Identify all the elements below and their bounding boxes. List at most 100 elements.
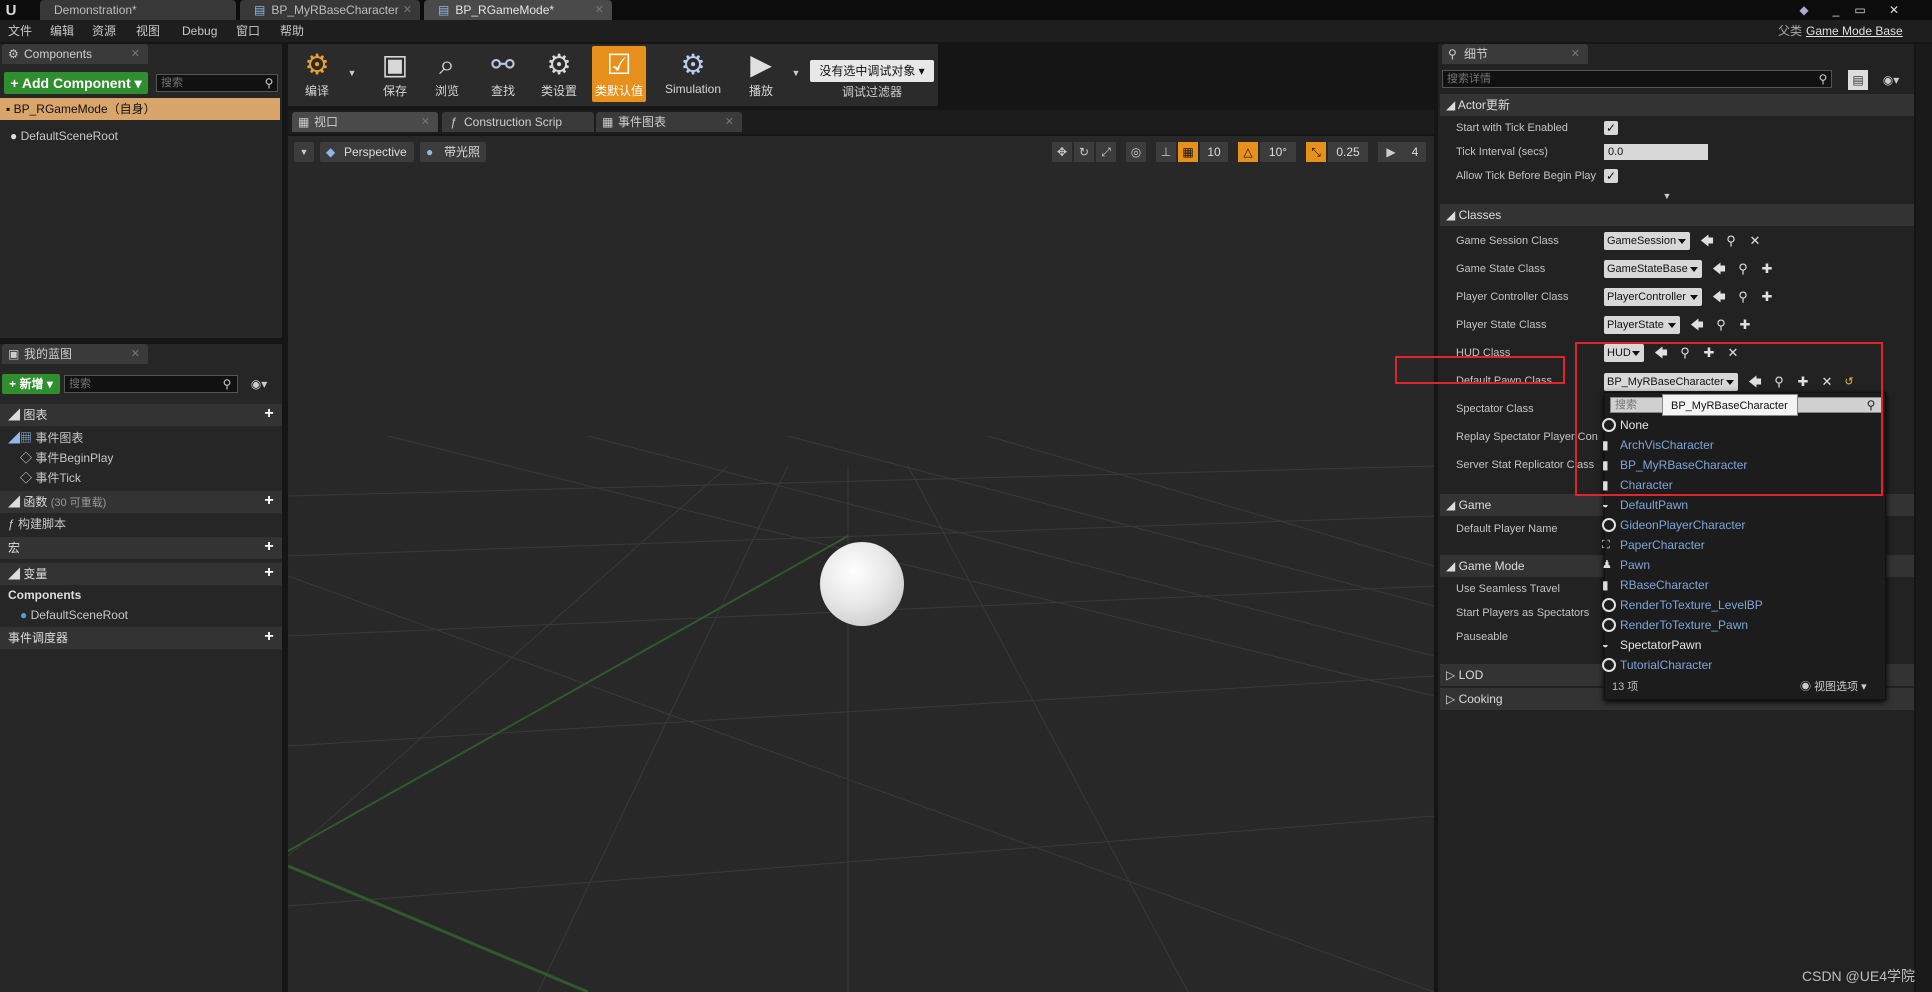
add-macro-icon[interactable]: + <box>262 539 276 555</box>
component-child-row[interactable]: ● DefaultSceneRoot <box>10 126 270 146</box>
close-icon[interactable]: ✕ <box>131 344 140 364</box>
rotation-snap-icon[interactable]: △ <box>1238 142 1258 162</box>
game-state-combo[interactable]: GameStateBase <box>1604 260 1702 278</box>
variable-default-scene-root[interactable]: ● DefaultSceneRoot <box>20 605 260 625</box>
class-option-rendertotexture-levelbp[interactable]: RenderToTexture_LevelBP <box>1602 595 1763 615</box>
event-tick-row[interactable]: ◇ 事件Tick <box>20 468 260 488</box>
tab-viewport[interactable]: ▦ 视口 ✕ <box>292 112 438 132</box>
dispatchers-section[interactable]: 事件调度器 + <box>0 627 282 649</box>
tab-demonstration[interactable]: Demonstration* <box>40 0 236 20</box>
variables-section[interactable]: ◢ 变量 + <box>0 563 282 585</box>
parent-class-link[interactable]: Game Mode Base <box>1806 20 1903 42</box>
tab-details[interactable]: ⚲ 细节 ✕ <box>1442 44 1588 64</box>
functions-section[interactable]: ◢ 函数 (30 可重载) + <box>0 491 282 513</box>
browse-icon[interactable]: ⚲ <box>1714 318 1728 332</box>
player-controller-combo[interactable]: PlayerController <box>1604 288 1702 306</box>
class-defaults-button[interactable]: ☑ 类默认值 <box>592 46 646 102</box>
class-option-defaultpawn[interactable]: ◒ DefaultPawn <box>1602 495 1688 515</box>
class-option-spectatorpawn[interactable]: ◒ SpectatorPawn <box>1602 635 1701 655</box>
close-icon[interactable]: ✕ <box>403 0 412 20</box>
add-icon[interactable]: ✚ <box>1760 290 1774 304</box>
add-component-button[interactable]: + Add Component ▾ <box>4 72 148 94</box>
chevron-down-icon[interactable]: ▼ <box>790 66 802 80</box>
construct-script-row[interactable]: ƒ 构建脚本 <box>8 514 268 534</box>
class-option-pawn[interactable]: ♟ Pawn <box>1602 555 1650 575</box>
new-button[interactable]: + 新增 ▾ <box>2 374 60 394</box>
rotate-icon[interactable]: ↻ <box>1074 142 1094 162</box>
close-icon[interactable]: ✕ <box>725 112 734 132</box>
simulation-button[interactable]: ⚙ Simulation <box>658 46 728 102</box>
close-window-icon[interactable]: ✕ <box>1882 0 1906 20</box>
use-selected-icon[interactable]: 🡄 <box>1690 318 1704 332</box>
viewport[interactable] <box>288 136 1434 992</box>
play-button[interactable]: ▶ 播放 <box>734 46 788 102</box>
add-graph-icon[interactable]: + <box>262 406 276 422</box>
viewport-menu-button[interactable]: ▼ <box>294 142 314 162</box>
scale-snap-value[interactable]: 0.25 <box>1328 142 1368 162</box>
maximize-icon[interactable]: ▭ <box>1850 0 1870 20</box>
scale-snap-icon[interactable]: ⤡ <box>1306 142 1326 162</box>
tab-construction-script[interactable]: ƒ Construction Scrip <box>442 112 594 132</box>
browse-icon[interactable]: ⚲ <box>1724 234 1738 248</box>
game-session-combo[interactable]: GameSession <box>1604 232 1690 250</box>
macros-section[interactable]: 宏 + <box>0 537 282 559</box>
event-graph-row[interactable]: ◢▦ 事件图表 <box>8 428 268 448</box>
scale-icon[interactable]: ⤢ <box>1096 142 1116 162</box>
details-search-input[interactable] <box>1442 70 1832 88</box>
components-search-input[interactable] <box>156 74 278 92</box>
notification-icon[interactable]: ◆ <box>1796 2 1812 18</box>
menu-edit[interactable]: 编辑 <box>50 20 74 42</box>
class-option-papercharacter[interactable]: ⛶ PaperCharacter <box>1602 535 1705 555</box>
classes-section[interactable]: ◢ Classes <box>1440 204 1914 226</box>
browse-icon[interactable]: ⚲ <box>1736 290 1750 304</box>
tick-interval-field[interactable]: 0.0 <box>1604 144 1708 160</box>
eye-icon[interactable]: ◉▾ <box>1876 70 1906 90</box>
minimize-icon[interactable]: _ <box>1826 0 1846 20</box>
close-icon[interactable]: ✕ <box>421 112 430 132</box>
allow-tick-checkbox[interactable]: ✓ <box>1604 169 1618 183</box>
lighting-mode-button[interactable]: ● 带光照 <box>420 142 486 162</box>
use-selected-icon[interactable]: 🡄 <box>1712 262 1726 276</box>
clear-icon[interactable]: ✕ <box>1748 234 1762 248</box>
use-selected-icon[interactable]: 🡄 <box>1712 290 1726 304</box>
components-category-row[interactable]: Components <box>8 585 268 605</box>
browse-icon[interactable]: ⚲ <box>1736 262 1750 276</box>
class-option-gideonplayercharacter[interactable]: GideonPlayerCharacter <box>1602 515 1745 535</box>
start-with-tick-checkbox[interactable]: ✓ <box>1604 121 1618 135</box>
compile-button[interactable]: ⚙ 编译 <box>290 46 344 102</box>
add-variable-icon[interactable]: + <box>262 565 276 581</box>
close-icon[interactable]: ✕ <box>131 44 140 64</box>
tab-components[interactable]: ⚙ Components ✕ <box>2 44 148 64</box>
save-button[interactable]: ▣ 保存 <box>368 46 422 102</box>
rotation-snap-value[interactable]: 10° <box>1260 142 1296 162</box>
menu-assets[interactable]: 资源 <box>92 20 116 42</box>
class-option-tutorialcharacter[interactable]: TutorialCharacter <box>1602 655 1712 675</box>
menu-file[interactable]: 文件 <box>8 20 32 42</box>
tab-bp-rgamemode[interactable]: ▤ BP_RGameMode* ✕ <box>424 0 612 20</box>
class-option-rbasecharacter[interactable]: ▮ RBaseCharacter <box>1602 575 1709 595</box>
tab-my-blueprint[interactable]: ▣ 我的蓝图 ✕ <box>2 344 148 364</box>
surface-snap-icon[interactable]: ⊥ <box>1156 142 1176 162</box>
close-icon[interactable]: ✕ <box>595 0 604 20</box>
grid-snap-value[interactable]: 10 <box>1200 142 1228 162</box>
menu-window[interactable]: 窗口 <box>236 20 260 42</box>
add-function-icon[interactable]: + <box>262 493 276 509</box>
chevron-down-icon[interactable]: ▼ <box>346 66 358 80</box>
camera-speed-value[interactable]: 4 <box>1404 142 1426 162</box>
camera-speed-icon[interactable]: ▶ <box>1378 142 1404 162</box>
player-state-combo[interactable]: PlayerState <box>1604 316 1680 334</box>
world-local-icon[interactable]: ◎ <box>1126 142 1146 162</box>
eye-icon[interactable]: ◉▾ <box>244 376 274 392</box>
debug-object-dropdown[interactable]: 没有选中调试对象 ▾ <box>810 60 934 82</box>
blueprint-search-input[interactable] <box>64 375 238 393</box>
actor-tick-section[interactable]: ◢ Actor更新 <box>1440 94 1914 116</box>
add-dispatcher-icon[interactable]: + <box>262 629 276 645</box>
tab-bp-myrbasecharacter[interactable]: ▤ BP_MyRBaseCharacter ✕ <box>240 0 420 20</box>
menu-debug[interactable]: Debug <box>182 20 217 42</box>
translate-icon[interactable]: ✥ <box>1052 142 1072 162</box>
graphs-section[interactable]: ◢ 图表 + <box>0 404 282 426</box>
perspective-button[interactable]: ◆ Perspective <box>320 142 414 162</box>
class-settings-button[interactable]: ⚙ 类设置 <box>532 46 586 102</box>
add-icon[interactable]: ✚ <box>1738 318 1752 332</box>
browse-button[interactable]: ⌕ 浏览 <box>420 46 474 102</box>
